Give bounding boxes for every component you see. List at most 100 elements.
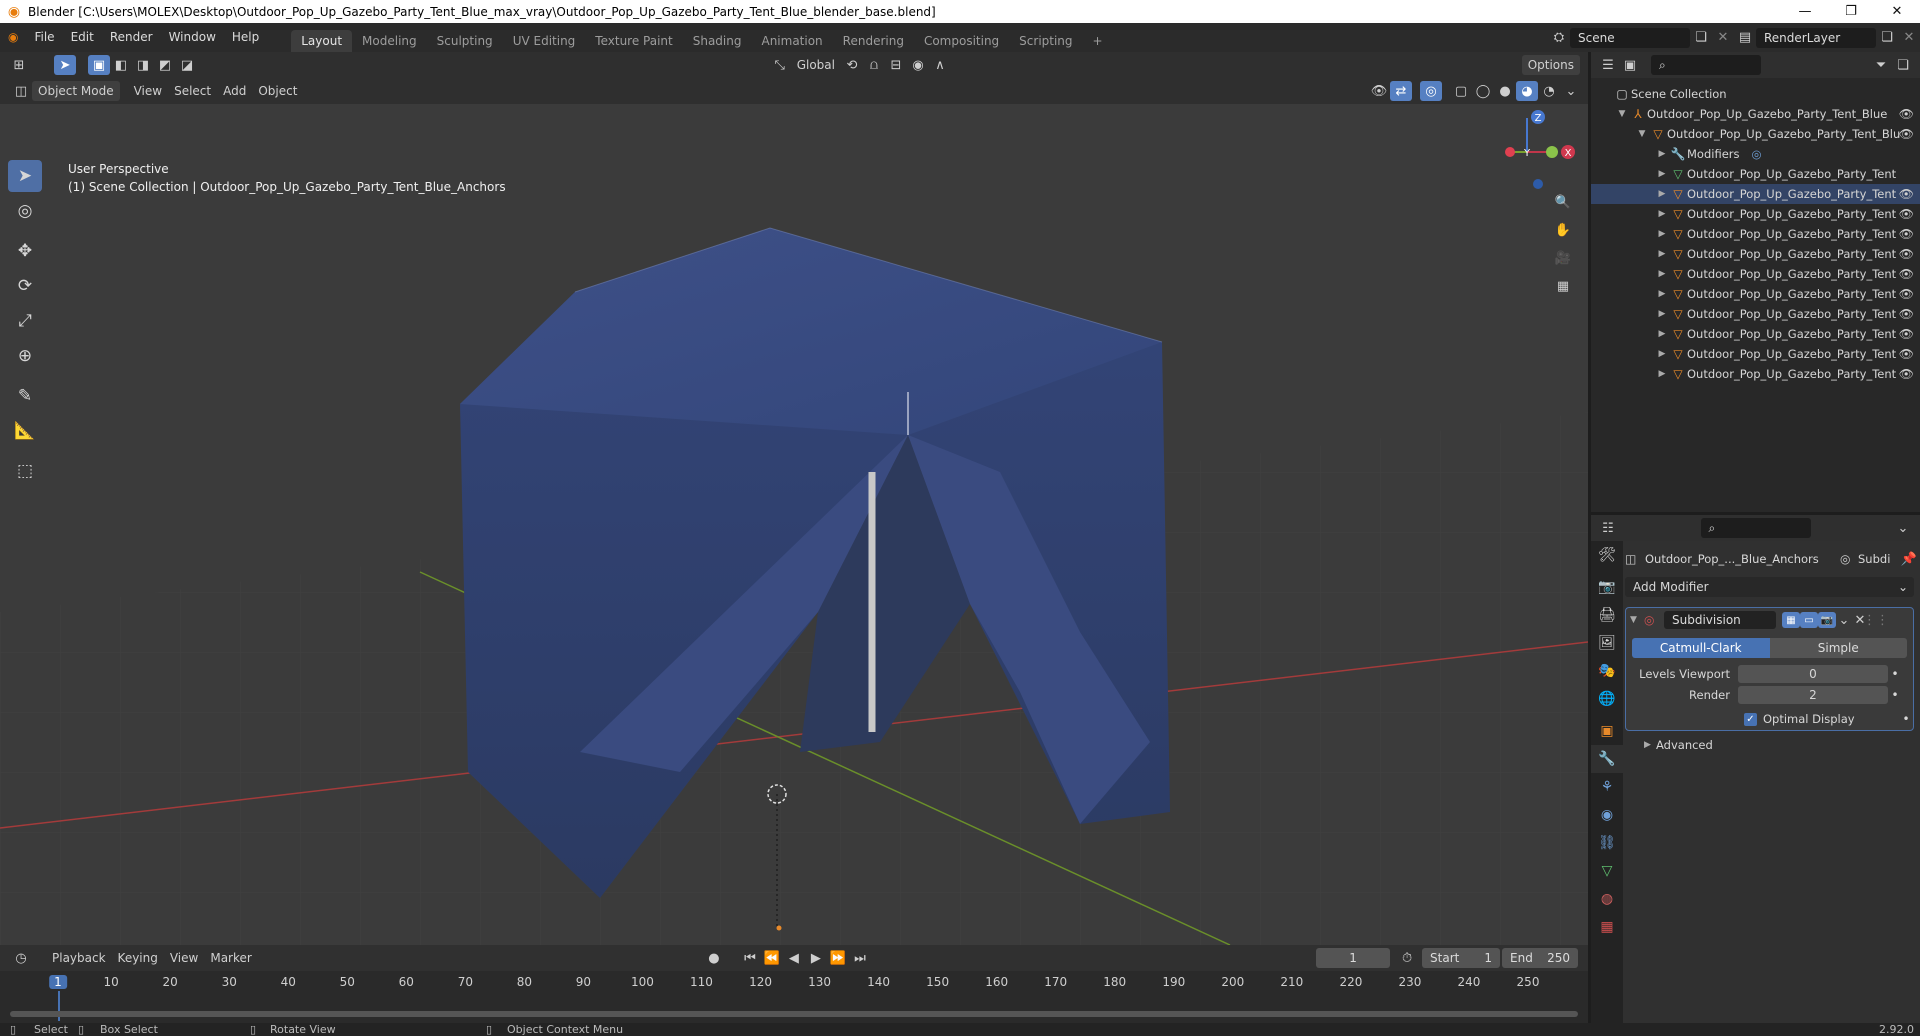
modifier-menu-icon[interactable]: ⌄ bbox=[1836, 610, 1852, 630]
tab-scripting[interactable]: Scripting bbox=[1009, 30, 1082, 52]
keyframe-dot-icon[interactable]: • bbox=[1899, 712, 1913, 726]
orientation-icon[interactable]: ⤡ bbox=[769, 55, 791, 75]
eye-icon[interactable]: 👁 bbox=[1899, 344, 1914, 364]
eye-icon[interactable]: 👁 bbox=[1899, 244, 1914, 264]
rendered-shading-icon[interactable]: ◔ bbox=[1538, 81, 1560, 101]
eye-icon[interactable]: 👁 bbox=[1899, 264, 1914, 284]
outliner-row-child[interactable]: ▶ ▽ Outdoor_Pop_Up_Gazebo_Party_Tent 👁 bbox=[1591, 244, 1920, 264]
properties-search-input[interactable]: ⌕ bbox=[1700, 518, 1811, 538]
outliner-row-child[interactable]: ▶ ▽ Outdoor_Pop_Up_Gazebo_Party_Tent bbox=[1591, 164, 1920, 184]
transform-orientation-dropdown[interactable]: Global bbox=[791, 55, 841, 75]
expand-triangle-icon[interactable]: ▶ bbox=[1655, 284, 1669, 304]
levels-viewport-field[interactable]: 0 bbox=[1738, 665, 1888, 683]
eye-icon[interactable]: 👁 bbox=[1899, 184, 1914, 204]
falloff-icon[interactable]: ∧ bbox=[929, 55, 951, 75]
maximize-button[interactable]: ❐ bbox=[1828, 0, 1874, 23]
tab-compositing[interactable]: Compositing bbox=[914, 30, 1009, 52]
zoom-icon[interactable]: 🔍 bbox=[1552, 192, 1574, 212]
measure-tool-icon[interactable]: 📐 bbox=[8, 415, 42, 447]
view-layer-field[interactable]: RenderLayer bbox=[1756, 27, 1876, 48]
render-levels-field[interactable]: 2 bbox=[1738, 686, 1888, 704]
material-shading-icon[interactable]: ◕ bbox=[1516, 81, 1538, 101]
viewport-menu-add[interactable]: Add bbox=[217, 81, 252, 101]
outliner-row-child[interactable]: ▶ ▽ Outdoor_Pop_Up_Gazebo_Party_Tent 👁 bbox=[1591, 264, 1920, 284]
transform-tool-icon[interactable]: ⊕ bbox=[8, 340, 42, 372]
view-layer-tab-icon[interactable]: 🖼 bbox=[1591, 629, 1623, 657]
select-box-tool-icon[interactable]: ➤ bbox=[8, 160, 42, 192]
record-icon[interactable]: ● bbox=[703, 948, 725, 968]
visibility-icon[interactable]: 👁 bbox=[1368, 81, 1390, 101]
viewport-toggle-icon[interactable]: ▭ bbox=[1800, 612, 1818, 628]
keyframe-dot-icon[interactable]: • bbox=[1888, 667, 1902, 681]
pan-hand-icon[interactable]: ✋ bbox=[1552, 220, 1574, 240]
blender-menu-icon[interactable]: ◉ bbox=[0, 23, 26, 52]
viewport-menu-select[interactable]: Select bbox=[168, 81, 217, 101]
add-workspace-button[interactable]: + bbox=[1083, 30, 1113, 52]
viewport-menu-view[interactable]: View bbox=[128, 81, 168, 101]
scene-icon[interactable]: ⛭ bbox=[1548, 28, 1570, 48]
eye-icon[interactable]: 👁 bbox=[1899, 364, 1914, 384]
end-frame-field[interactable]: End 250 bbox=[1502, 948, 1579, 968]
timeline-menu-marker[interactable]: Marker bbox=[204, 948, 257, 968]
delete-scene-icon[interactable]: ✕ bbox=[1712, 28, 1734, 48]
outliner-row-child[interactable]: ▶ ▽ Outdoor_Pop_Up_Gazebo_Party_Tent 👁 bbox=[1591, 364, 1920, 384]
constraints-tab-icon[interactable]: ⛓ bbox=[1591, 829, 1623, 857]
gizmo-toggle-icon[interactable]: ⇄ bbox=[1390, 81, 1412, 101]
render-toggle-icon[interactable]: 📷 bbox=[1818, 612, 1836, 628]
delete-view-layer-icon[interactable]: ✕ bbox=[1898, 28, 1920, 48]
pivot-icon[interactable]: ⟲ bbox=[841, 55, 863, 75]
collapse-triangle-icon[interactable]: ▼ bbox=[1630, 615, 1644, 625]
eye-icon[interactable]: 👁 bbox=[1899, 124, 1914, 144]
snap-icon[interactable]: ⩍ bbox=[863, 55, 885, 75]
menu-file[interactable]: File bbox=[26, 23, 62, 52]
outliner-row-modifiers[interactable]: ▶ 🔧 Modifiers ◎ bbox=[1591, 144, 1920, 164]
add-modifier-dropdown[interactable]: Add Modifier ⌄ bbox=[1625, 577, 1914, 597]
3d-viewport[interactable]: Z X Y ⊞ ➤ ▣ ◧ ◨ ◩ ◪ ⤡ Global ⟲ ⩍ ⊟ ◉ ∧ O… bbox=[0, 52, 1588, 945]
wireframe-shading-icon[interactable]: ◯ bbox=[1472, 81, 1494, 101]
outliner-row-child[interactable]: ▶ ▽ Outdoor_Pop_Up_Gazebo_Party_Tent 👁 bbox=[1591, 224, 1920, 244]
play-reverse-icon[interactable]: ◀ bbox=[783, 948, 805, 968]
filter-icon[interactable]: ⏷ bbox=[1870, 55, 1892, 75]
expand-triangle-icon[interactable]: ▶ bbox=[1655, 204, 1669, 224]
expand-triangle-icon[interactable]: ▶ bbox=[1655, 304, 1669, 324]
expand-triangle-icon[interactable]: ▶ bbox=[1655, 184, 1669, 204]
mesh-data-tab-icon[interactable]: ▽ bbox=[1591, 857, 1623, 885]
properties-options-icon[interactable]: ⌄ bbox=[1892, 518, 1914, 538]
display-mode-icon[interactable]: ▣ bbox=[1619, 55, 1641, 75]
select-invert-icon[interactable]: ◩ bbox=[154, 55, 176, 75]
ortho-grid-icon[interactable]: ▦ bbox=[1552, 276, 1574, 296]
expand-triangle-icon[interactable]: ▶ bbox=[1655, 264, 1669, 284]
object-mode-icon[interactable]: ◫ bbox=[10, 81, 32, 101]
tab-rendering[interactable]: Rendering bbox=[833, 30, 914, 52]
editmode-toggle-icon[interactable]: ▦ bbox=[1782, 612, 1800, 628]
gizmo-neg-x-icon[interactable] bbox=[1505, 147, 1515, 157]
current-frame-field[interactable]: 1 bbox=[1316, 948, 1391, 968]
expand-triangle-icon[interactable]: ▶ bbox=[1655, 224, 1669, 244]
output-properties-tab-icon[interactable]: 🖨 bbox=[1591, 601, 1623, 629]
tab-animation[interactable]: Animation bbox=[751, 30, 832, 52]
advanced-subpanel[interactable]: ▶ Advanced bbox=[1626, 736, 1913, 754]
timeline-editor-icon[interactable]: ◷ bbox=[10, 948, 32, 968]
expand-triangle-icon[interactable]: ▶ bbox=[1655, 344, 1669, 364]
tab-sculpting[interactable]: Sculpting bbox=[427, 30, 503, 52]
outliner-editor-icon[interactable]: ☰ bbox=[1597, 55, 1619, 75]
timeline-menu-playback[interactable]: Playback bbox=[46, 948, 112, 968]
tab-texture-paint[interactable]: Texture Paint bbox=[585, 30, 682, 52]
texture-tab-icon[interactable]: ▦ bbox=[1591, 913, 1623, 941]
particles-tab-icon[interactable]: ⚘ bbox=[1591, 773, 1623, 801]
editor-type-icon[interactable]: ⊞ bbox=[8, 55, 30, 75]
object-properties-tab-icon[interactable]: ▣ bbox=[1591, 717, 1623, 745]
options-dropdown[interactable]: Options bbox=[1521, 55, 1580, 75]
menu-edit[interactable]: Edit bbox=[63, 23, 102, 52]
tab-shading[interactable]: Shading bbox=[683, 30, 752, 52]
material-tab-icon[interactable]: ◍ bbox=[1591, 885, 1623, 913]
render-properties-tab-icon[interactable]: 📷 bbox=[1591, 573, 1623, 601]
viewport-menu-object[interactable]: Object bbox=[252, 81, 303, 101]
proportional-edit-icon[interactable]: ◉ bbox=[907, 55, 929, 75]
drag-handle-icon[interactable]: ⋮⋮ bbox=[1863, 610, 1889, 630]
tool-properties-tab-icon[interactable]: 🛠 bbox=[1591, 541, 1623, 569]
start-frame-field[interactable]: Start 1 bbox=[1422, 948, 1501, 968]
scene-properties-tab-icon[interactable]: 🎭 bbox=[1591, 657, 1623, 685]
keyframe-dot-icon[interactable]: • bbox=[1888, 688, 1902, 702]
outliner-row-child[interactable]: ▶ ▽ Outdoor_Pop_Up_Gazebo_Party_Tent 👁 bbox=[1591, 284, 1920, 304]
